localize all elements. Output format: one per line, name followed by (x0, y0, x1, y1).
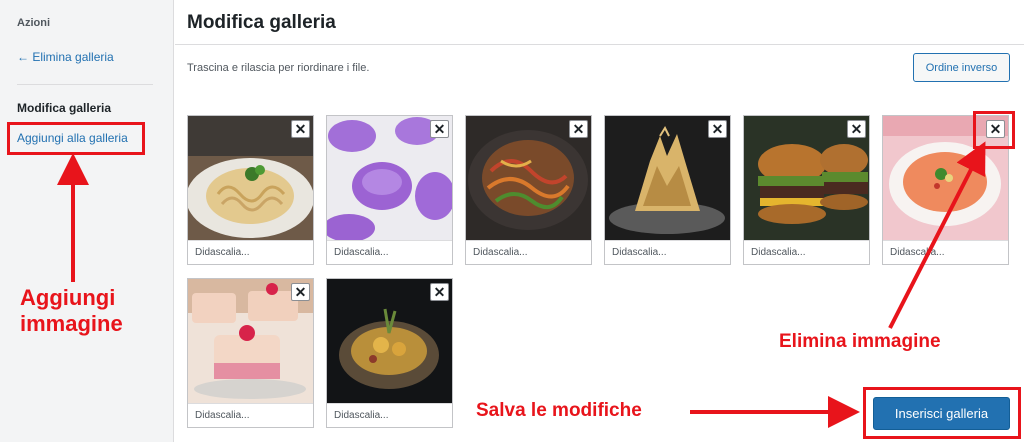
delete-image-annotation: Elimina immagine (779, 331, 941, 352)
gallery-item[interactable]: ✕ Didascalia... (187, 278, 314, 428)
caption-input[interactable]: Didascalia... (327, 403, 452, 427)
caption-input[interactable]: Didascalia... (605, 240, 730, 264)
sidebar-heading: Azioni (17, 17, 50, 29)
add-image-annotation: Aggiungi immagine (20, 285, 123, 337)
sidebar-section-title: Modifica galleria (17, 101, 112, 115)
add-to-gallery-link[interactable]: Aggiungi alla galleria (17, 131, 128, 145)
remove-image-button[interactable]: ✕ (708, 120, 727, 138)
delete-gallery-link[interactable]: ← Elimina galleria (17, 50, 114, 64)
remove-image-button[interactable]: ✕ (986, 120, 1005, 138)
gallery-item[interactable]: ✕ Didascalia... (465, 115, 592, 265)
reverse-order-button[interactable]: Ordine inverso (913, 53, 1010, 82)
remove-image-button[interactable]: ✕ (291, 120, 310, 138)
instructions-text: Trascina e rilascia per riordinare i fil… (187, 62, 370, 74)
caption-input[interactable]: Didascalia... (327, 240, 452, 264)
title-divider (175, 44, 1024, 45)
gallery-item[interactable]: ✕ Didascalia... (187, 115, 314, 265)
page-title: Modifica galleria (187, 12, 336, 33)
sidebar-divider (17, 84, 153, 85)
caption-input[interactable]: Didascalia... (466, 240, 591, 264)
gallery-item[interactable]: ✕ Didascalia... (326, 278, 453, 428)
remove-image-button[interactable]: ✕ (291, 283, 310, 301)
add-image-annotation-line1: Aggiungi (20, 285, 116, 310)
remove-image-button[interactable]: ✕ (430, 120, 449, 138)
remove-image-button[interactable]: ✕ (847, 120, 866, 138)
sidebar: Azioni ← Elimina galleria Modifica galle… (0, 0, 174, 442)
gallery-item[interactable]: ✕ Didascalia... (604, 115, 731, 265)
save-changes-annotation: Salva le modifiche (476, 400, 642, 421)
caption-input[interactable]: Didascalia... (744, 240, 869, 264)
remove-image-button[interactable]: ✕ (569, 120, 588, 138)
add-image-annotation-line2: immagine (20, 311, 123, 336)
insert-gallery-button[interactable]: Inserisci galleria (873, 397, 1010, 430)
caption-input[interactable]: Didascalia... (188, 240, 313, 264)
main-panel: Modifica galleria Trascina e rilascia pe… (175, 0, 1024, 442)
gallery-item[interactable]: ✕ Didascalia... (882, 115, 1009, 265)
caption-input[interactable]: Didascalia... (188, 403, 313, 427)
gallery-item[interactable]: ✕ Didascalia... (743, 115, 870, 265)
gallery-item[interactable]: ✕ Didascalia... (326, 115, 453, 265)
remove-image-button[interactable]: ✕ (430, 283, 449, 301)
caption-input[interactable]: Didascalia... (883, 240, 1008, 264)
